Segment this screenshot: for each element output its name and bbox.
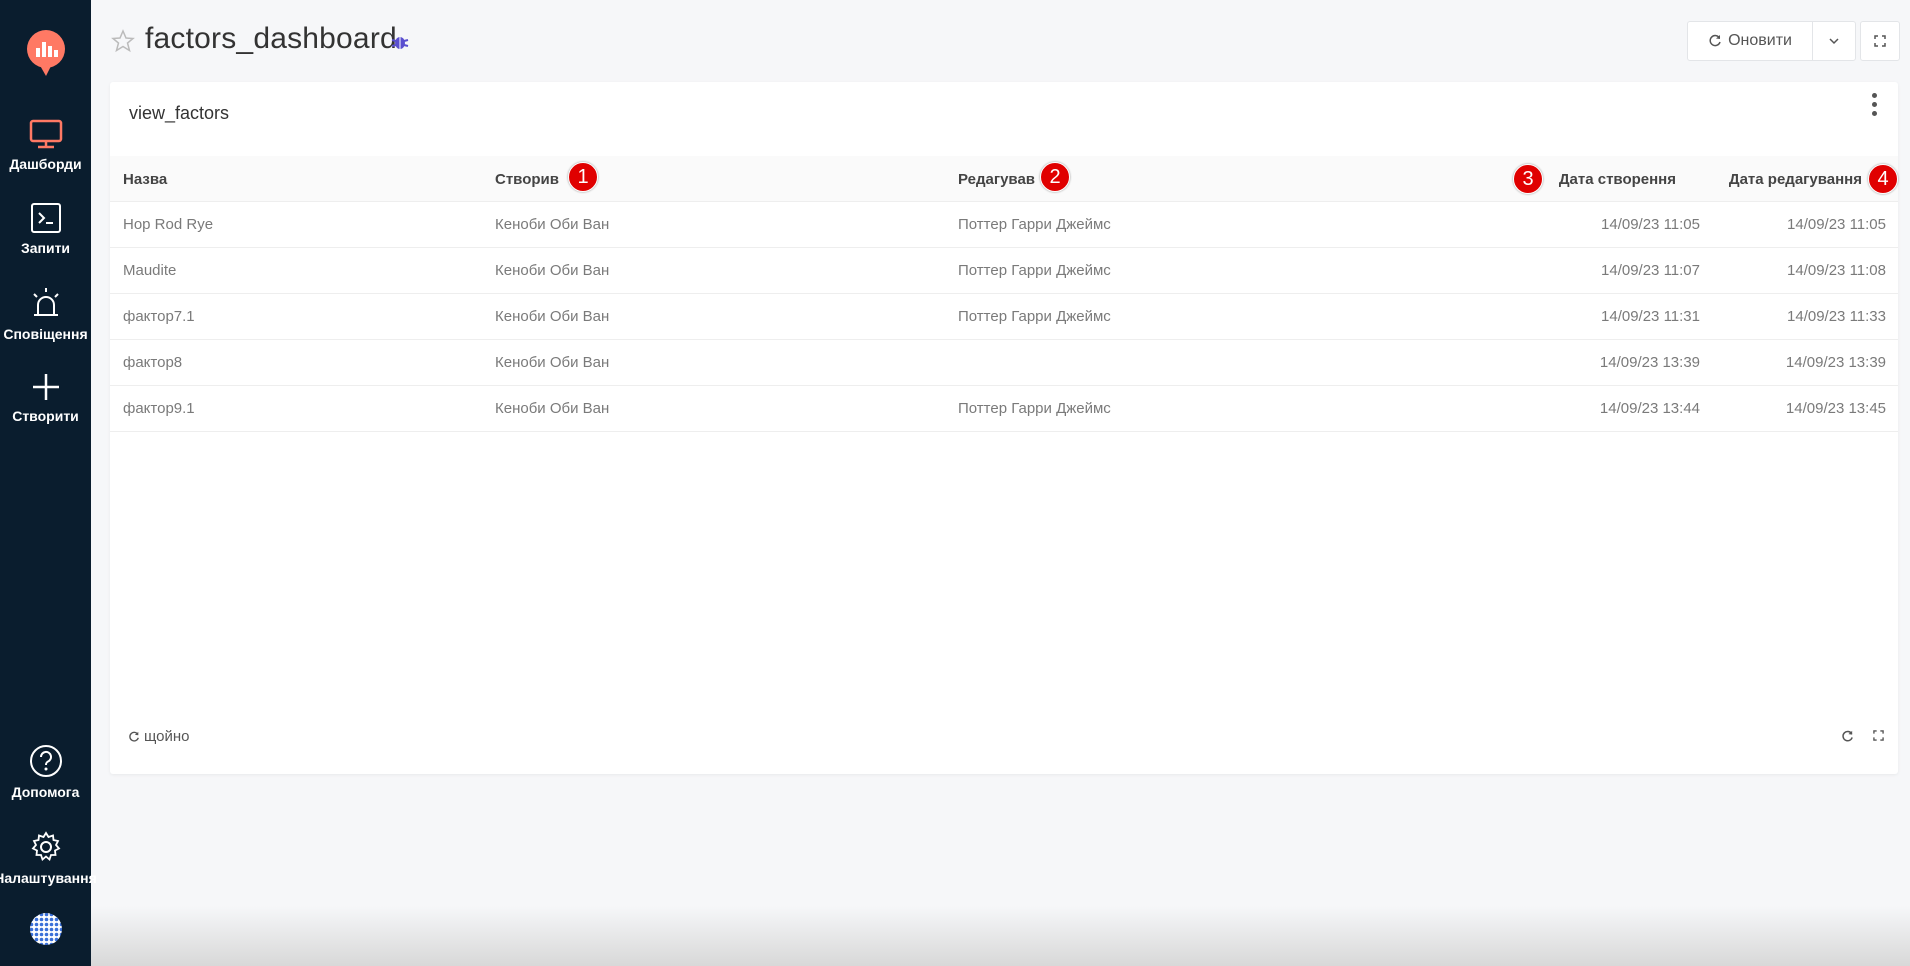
sidebar-item-alerts[interactable]: Сповіщення (0, 286, 91, 342)
kebab-dot (1871, 101, 1877, 107)
annotation-badge-2: 2 (1040, 162, 1070, 192)
table-header: Назва Створив Редагував Дата створення Д… (110, 156, 1898, 202)
cell-name: Hop Rod Rye (123, 216, 214, 233)
column-header-created-by[interactable]: Створив (495, 171, 559, 188)
table-row[interactable]: Maudite Кеноби Оби Ван Поттер Гарри Джей… (110, 248, 1898, 294)
widget-title: view_factors (129, 103, 230, 123)
sidebar-item-help[interactable]: Допомога (0, 744, 91, 800)
column-header-name[interactable]: Назва (123, 171, 167, 188)
cell-created-at: 14/09/23 11:05 (1601, 216, 1700, 233)
help-icon (29, 745, 62, 777)
sidebar-item-label: Сповіщення (3, 326, 88, 342)
cell-edited-by: Поттер Гарри Джеймс (958, 308, 1111, 325)
refresh-button[interactable]: Оновити (1688, 22, 1813, 60)
cell-name: фактор9.1 (123, 400, 195, 417)
refresh-status-text: щойно (144, 728, 190, 745)
sidebar: Дашборди Запити Сповіщення Створити Допо… (0, 0, 97, 966)
app-logo-icon[interactable] (24, 28, 68, 78)
refresh-dropdown-button[interactable] (1813, 22, 1855, 60)
fullscreen-icon (1874, 35, 1886, 47)
annotation-badge-4: 4 (1868, 164, 1898, 194)
widget-refresh-icon[interactable] (1841, 730, 1854, 743)
table-row[interactable]: фактор8 Кеноби Оби Ван 14/09/23 13:39 14… (110, 340, 1898, 386)
annotation-badge-3: 3 (1513, 164, 1543, 194)
refresh-status: щойно (128, 728, 190, 745)
widget-menu-button[interactable] (1864, 90, 1884, 118)
widget-footer: щойно (110, 714, 1898, 774)
fullscreen-button[interactable] (1860, 21, 1900, 61)
refresh-button-label: Оновити (1728, 32, 1792, 49)
sidebar-item-label: Налаштування (0, 870, 97, 886)
cell-created-by: Кеноби Оби Ван (495, 400, 610, 417)
star-icon[interactable] (111, 29, 135, 53)
dashboard-header: factors_dashboard Оновити (91, 0, 1910, 82)
cell-created-at: 14/09/23 11:31 (1601, 308, 1700, 325)
terminal-icon (30, 203, 61, 233)
cell-edited-at: 14/09/23 13:39 (1785, 354, 1886, 371)
cell-edited-at: 14/09/23 11:33 (1787, 308, 1886, 325)
page-title: factors_dashboard (145, 22, 397, 55)
sidebar-item-label: Допомога (11, 784, 80, 800)
annotation-badge-1: 1 (568, 162, 598, 192)
sidebar-item-dashboards[interactable]: Дашборди (0, 118, 91, 172)
table-row[interactable]: Hop Rod Rye Кеноби Оби Ван Поттер Гарри … (110, 202, 1898, 248)
sidebar-item-settings[interactable]: Налаштування (0, 830, 97, 886)
cell-created-by: Кеноби Оби Ван (495, 216, 610, 233)
refresh-icon (1709, 34, 1721, 47)
refresh-icon (129, 731, 139, 742)
cell-edited-at: 14/09/23 13:45 (1785, 400, 1886, 417)
cell-edited-by: Поттер Гарри Джеймс (958, 216, 1111, 233)
sidebar-item-queries[interactable]: Запити (0, 202, 91, 256)
sidebar-item-create[interactable]: Створити (0, 372, 91, 424)
cell-edited-by: Поттер Гарри Джеймс (958, 262, 1111, 279)
avatar[interactable] (29, 912, 63, 946)
kebab-dot (1871, 110, 1877, 116)
cell-name: фактор8 (123, 354, 183, 371)
column-header-edited-by[interactable]: Редагував (958, 171, 1035, 188)
monitor-icon (29, 119, 62, 149)
plus-icon (32, 374, 59, 400)
cell-name: Maudite (123, 262, 177, 279)
cell-created-by: Кеноби Оби Ван (495, 354, 610, 371)
cell-edited-at: 14/09/23 11:05 (1787, 216, 1886, 233)
cell-created-at: 14/09/23 11:07 (1601, 262, 1700, 279)
bottom-shade (91, 906, 1910, 966)
column-header-edited-at[interactable]: Дата редагування (1729, 171, 1862, 188)
table-row[interactable]: фактор9.1 Кеноби Оби Ван Поттер Гарри Дж… (110, 386, 1898, 432)
cell-edited-by: Поттер Гарри Джеймс (958, 400, 1111, 417)
sidebar-item-label: Запити (20, 240, 71, 256)
bug-icon (391, 37, 409, 49)
cell-created-by: Кеноби Оби Ван (495, 262, 610, 279)
cell-name: фактор7.1 (123, 308, 195, 325)
widget-view-factors: view_factors Назва Створив Редагував Дат… (110, 82, 1898, 774)
cell-created-by: Кеноби Оби Ван (495, 308, 610, 325)
factors-table: Назва Створив Редагував Дата створення Д… (110, 156, 1898, 432)
chevron-down-icon (1829, 38, 1839, 45)
widget-fullscreen-icon[interactable] (1873, 730, 1884, 741)
gear-icon (31, 831, 60, 862)
column-header-created-at[interactable]: Дата створення (1559, 171, 1676, 188)
cell-edited-at: 14/09/23 11:08 (1787, 262, 1886, 279)
refresh-button-group: Оновити (1687, 21, 1856, 61)
cell-created-at: 14/09/23 13:39 (1599, 354, 1700, 371)
sidebar-item-label: Дашборди (9, 156, 82, 172)
kebab-dot (1871, 92, 1877, 98)
cell-created-at: 14/09/23 13:44 (1599, 400, 1700, 417)
alarm-icon (32, 288, 59, 316)
sidebar-item-label: Створити (12, 408, 79, 424)
table-row[interactable]: фактор7.1 Кеноби Оби Ван Поттер Гарри Дж… (110, 294, 1898, 340)
